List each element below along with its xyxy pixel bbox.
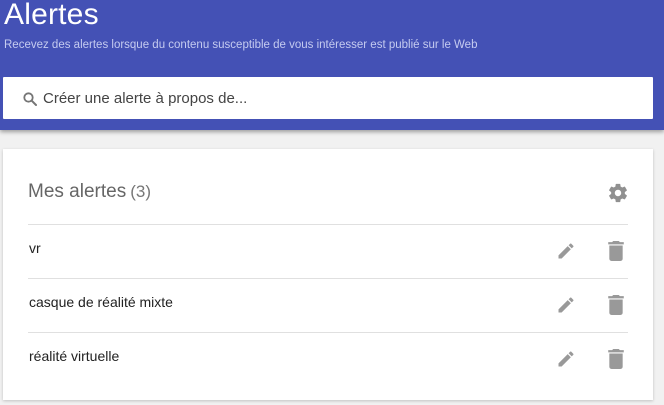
trash-icon[interactable] — [608, 295, 624, 315]
search-bar[interactable] — [3, 77, 653, 119]
alert-label: réalité virtuelle — [29, 348, 120, 364]
alert-label: casque de réalité mixte — [29, 294, 173, 310]
header-banner: Alertes Recevez des alertes lorsque du c… — [0, 0, 664, 130]
pencil-icon[interactable] — [556, 295, 576, 315]
search-icon — [23, 92, 37, 106]
alerts-card-title: Mes alertes (3) — [28, 181, 151, 203]
alert-row: casque de réalité mixte — [28, 278, 628, 332]
alerts-count: (3) — [130, 182, 151, 201]
trash-icon[interactable] — [608, 349, 624, 369]
trash-icon[interactable] — [608, 241, 624, 261]
page-subtitle: Recevez des alertes lorsque du contenu s… — [4, 39, 478, 51]
alerts-card: Mes alertes (3) vr casque de réalité mixt… — [3, 149, 653, 400]
alert-row: réalité virtuelle — [28, 332, 628, 386]
create-alert-input[interactable] — [43, 77, 643, 119]
page-title: Alertes — [4, 0, 99, 31]
pencil-icon[interactable] — [556, 241, 576, 261]
gear-icon[interactable] — [607, 182, 629, 204]
alerts-title-text: Mes alertes — [28, 181, 127, 202]
pencil-icon[interactable] — [556, 349, 576, 369]
alert-label: vr — [29, 240, 41, 256]
alert-row: vr — [28, 224, 628, 278]
